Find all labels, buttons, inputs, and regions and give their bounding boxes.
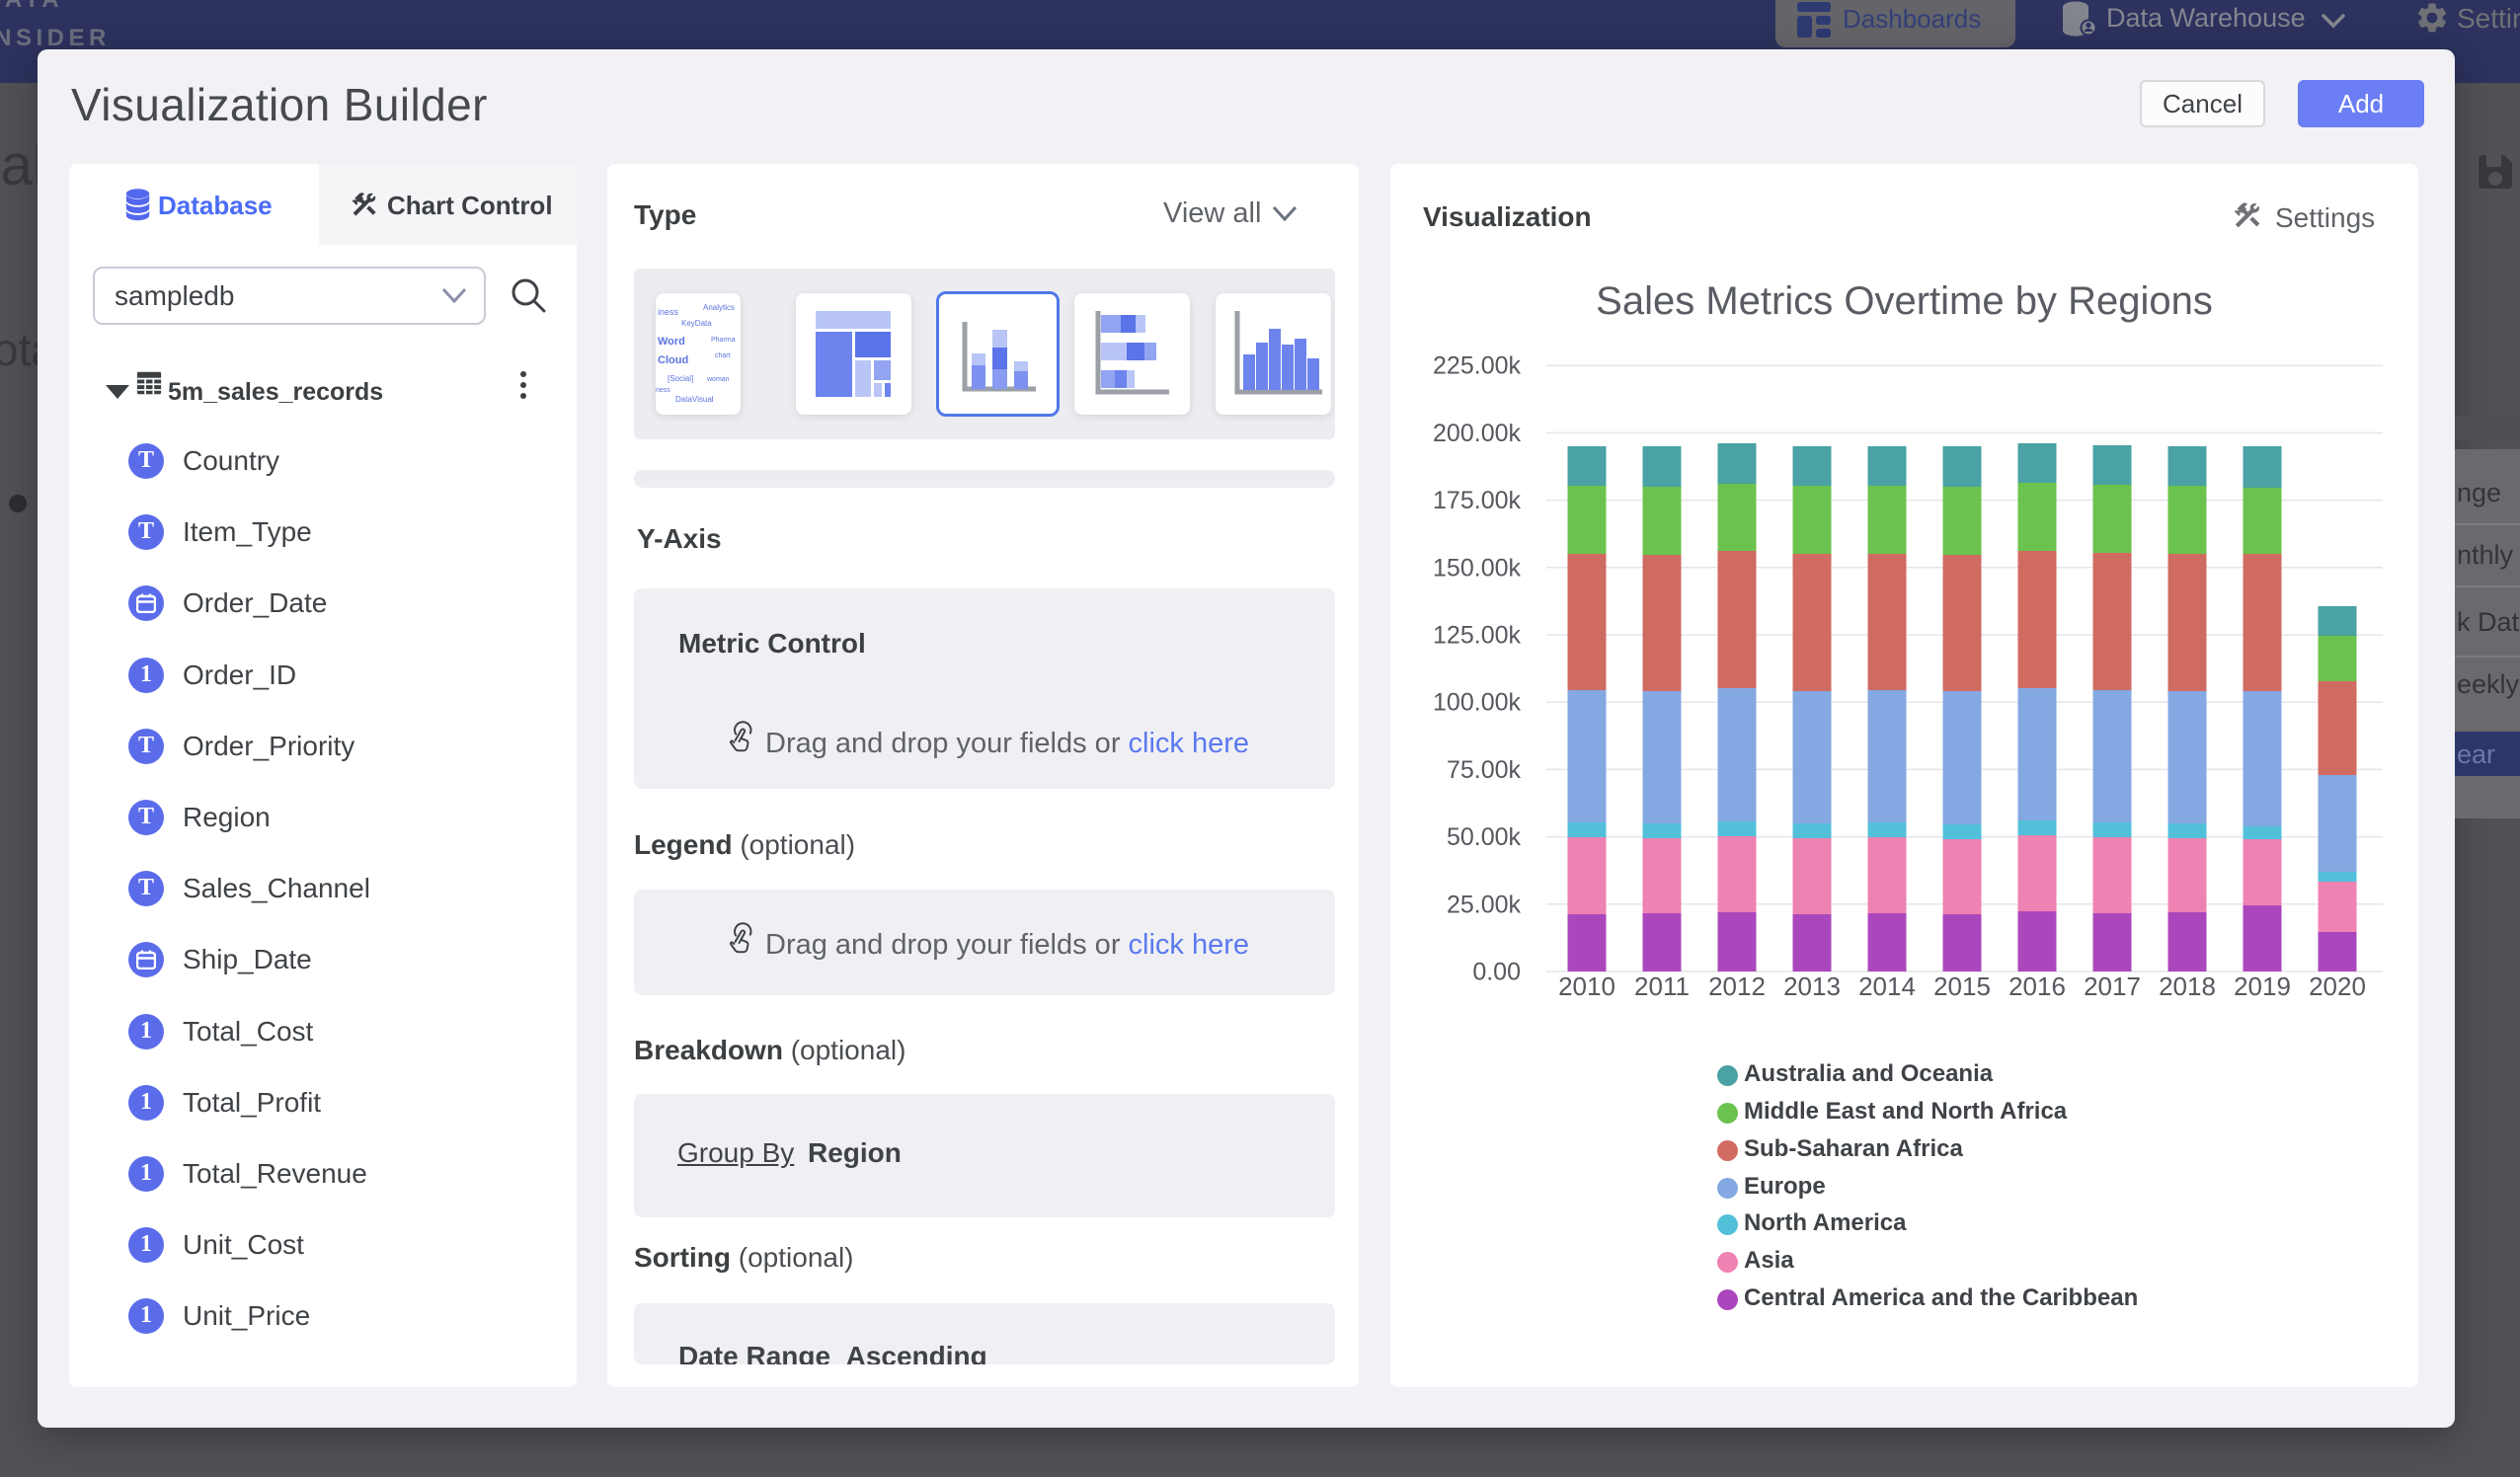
- svg-text:2012: 2012: [1708, 972, 1766, 1001]
- svg-text:2013: 2013: [1783, 972, 1841, 1001]
- svg-text:75.00k: 75.00k: [1447, 756, 1522, 784]
- svg-text:2017: 2017: [2084, 972, 2141, 1001]
- svg-text:2019: 2019: [2234, 972, 2291, 1001]
- svg-text:2018: 2018: [2159, 972, 2216, 1001]
- svg-text:0.00: 0.00: [1472, 959, 1521, 986]
- svg-text:25.00k: 25.00k: [1447, 891, 1522, 918]
- svg-text:2010: 2010: [1558, 972, 1615, 1001]
- svg-text:2020: 2020: [2309, 972, 2366, 1001]
- svg-text:150.00k: 150.00k: [1433, 554, 1521, 582]
- svg-text:2015: 2015: [1933, 972, 1991, 1001]
- svg-text:100.00k: 100.00k: [1433, 689, 1521, 717]
- svg-text:225.00k: 225.00k: [1433, 352, 1521, 380]
- svg-text:2011: 2011: [1634, 972, 1690, 1001]
- svg-text:175.00k: 175.00k: [1433, 487, 1521, 514]
- svg-text:2014: 2014: [1858, 972, 1916, 1001]
- svg-text:125.00k: 125.00k: [1433, 622, 1521, 650]
- svg-text:2016: 2016: [2008, 972, 2066, 1001]
- svg-text:200.00k: 200.00k: [1433, 420, 1521, 447]
- svg-text:50.00k: 50.00k: [1447, 823, 1522, 851]
